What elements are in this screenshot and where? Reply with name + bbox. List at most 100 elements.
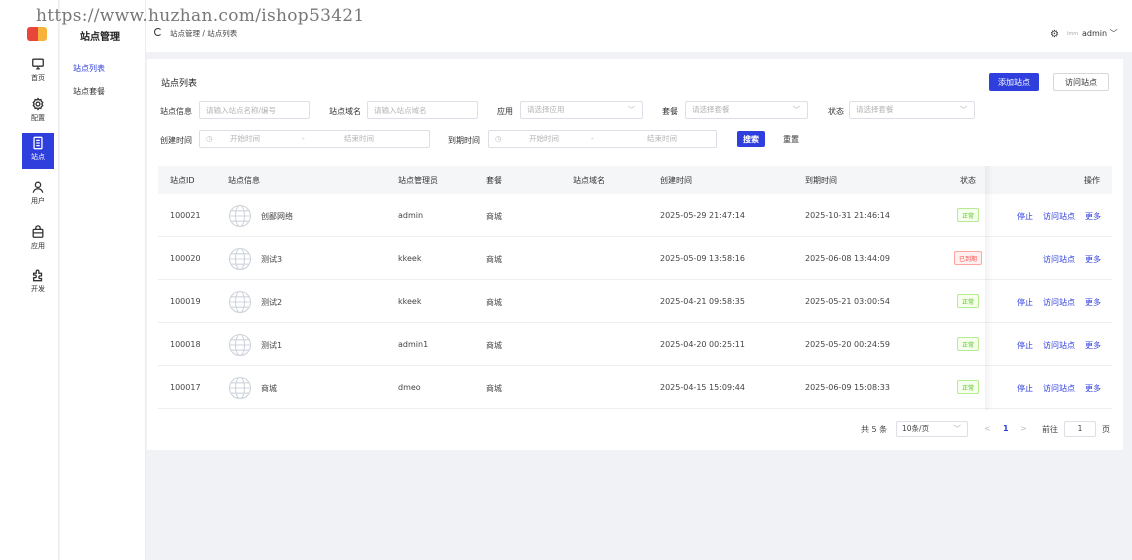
status-select[interactable]: 请选择套餐 ﹀ [849,101,975,119]
col-package: 套餐 [486,176,502,185]
breadcrumb: 站点管理 / 站点列表 [170,29,238,38]
page-number-current[interactable]: 1 [1003,424,1009,433]
status-select-placeholder: 请选择套餐 [856,105,894,114]
next-page-button[interactable]: > [1020,424,1027,433]
site-info-input[interactable] [199,101,310,119]
status-badge: 已到期 [954,251,983,265]
cell-created: 2025-05-09 13:58:16 [660,254,745,263]
app-select[interactable]: 请选择应用 ﹀ [520,101,643,119]
cell-site-id: 100021 [170,211,201,220]
more-link[interactable]: 更多 [1085,297,1101,308]
refresh-icon[interactable] [154,28,162,36]
more-link[interactable]: 更多 [1085,254,1101,265]
stop-link[interactable]: 停止 [1017,383,1033,394]
col-expires: 到期时间 [805,176,837,185]
table-header: 站点ID 站点信息 站点管理员 套餐 站点域名 创建时间 到期时间 状态 操作 [158,166,1112,194]
cell-site-name: 商城 [261,384,277,393]
cell-created: 2025-04-15 15:09:44 [660,383,745,392]
create-time-range[interactable]: ◷ 开始时间 - 结束时间 [199,130,430,148]
site-domain-label: 站点域名 [329,107,361,116]
site-info-label: 站点信息 [160,107,192,116]
prev-page-button[interactable]: < [984,424,991,433]
visit-site-link[interactable]: 访问站点 [1043,211,1075,222]
reset-button[interactable]: 重置 [777,131,805,147]
pagination-total: 共 5 条 [861,425,888,434]
visit-site-link[interactable]: 访问站点 [1043,383,1075,394]
bag-icon [32,225,44,238]
subnav-item-site-package[interactable]: 站点套餐 [73,86,105,97]
fixed-column-shadow [985,166,993,410]
settings-gear-icon[interactable]: ⚙ [1050,29,1059,40]
cell-site-admin: admin1 [398,340,429,349]
rail-item-dev[interactable]: 开发 [22,268,54,304]
cell-expires: 2025-05-20 00:24:59 [805,340,890,349]
subnav-title: 站点管理 [80,32,120,43]
rail-item-apps[interactable]: 应用 [22,225,54,261]
cell-site-admin: kkeek [398,297,422,306]
more-link[interactable]: 更多 [1085,211,1101,222]
table-row: 100021 创鄙网络 admin 商城 2025-05-29 21:47:14… [158,194,1112,237]
cell-expires: 2025-06-08 13:44:09 [805,254,890,263]
cell-site-id: 100018 [170,340,201,349]
expire-time-range[interactable]: ◷ 开始时间 - 结束时间 [488,130,717,148]
visit-site-link[interactable]: 访问站点 [1043,340,1075,351]
visit-site-link[interactable]: 访问站点 [1043,297,1075,308]
chevron-down-icon: ﹀ [793,106,800,114]
rail-item-user[interactable]: 用户 [22,180,54,216]
stop-link[interactable]: 停止 [1017,297,1033,308]
rail-item-home[interactable]: 首页 [22,57,54,93]
stop-link[interactable]: 停止 [1017,340,1033,351]
globe-icon [228,247,252,271]
cell-site-name: 创鄙网络 [261,212,293,221]
package-select-placeholder: 请选择套餐 [692,105,730,114]
status-badge: 正常 [957,208,980,222]
cell-package: 商城 [486,341,502,350]
status-badge: 正常 [957,294,980,308]
globe-icon [228,204,252,228]
expire-start-placeholder: 开始时间 [529,134,559,143]
visit-site-link[interactable]: 访问站点 [1043,254,1075,265]
subnav-item-site-list[interactable]: 站点列表 [73,63,105,74]
user-menu[interactable]: admin ﹀ [1082,28,1118,39]
goto-label: 前往 [1042,425,1058,434]
watermark-text: https://www.huzhan.com/ishop53421 [36,6,365,26]
cell-site-id: 100017 [170,383,201,392]
rail-item-label: 用户 [31,197,45,205]
rail-item-label: 应用 [31,242,45,250]
chevron-down-icon: ﹀ [1109,29,1118,38]
cell-site-admin: kkeek [398,254,422,263]
stop-link[interactable]: 停止 [1017,211,1033,222]
col-site-info: 站点信息 [228,176,260,185]
cell-expires: 2025-10-31 21:46:14 [805,211,890,220]
username: admin [1082,29,1108,38]
page-size-select[interactable]: 10条/页 ﹀ [896,421,968,437]
search-button[interactable]: 搜索 [737,131,765,147]
user-icon [32,181,44,193]
add-site-button[interactable]: 添加站点 [989,73,1039,91]
package-select[interactable]: 请选择套餐 ﹀ [685,101,808,119]
table-row: 100019 测试2 kkeek 商城 2025-04-21 09:58:35 … [158,280,1112,323]
chevron-down-icon: ﹀ [628,106,635,114]
status-label: 状态 [828,107,844,116]
table-row: 100018 测试1 admin1 商城 2025-04-20 00:25:11… [158,323,1112,366]
app-select-placeholder: 请选择应用 [527,105,565,114]
rail-item-site[interactable]: 站点 [22,133,54,169]
more-link[interactable]: 更多 [1085,383,1101,394]
more-link[interactable]: 更多 [1085,340,1101,351]
rail-item-config[interactable]: 配置 [22,97,54,133]
page-size-value: 10条/页 [902,424,930,433]
visit-site-button[interactable]: 访问站点 [1053,73,1109,91]
rail-item-label: 开发 [31,285,45,293]
cell-site-name: 测试3 [261,255,283,264]
cell-created: 2025-04-21 09:58:35 [660,297,745,306]
site-domain-input[interactable] [367,101,478,119]
status-badge: 正常 [957,380,980,394]
cell-expires: 2025-05-21 03:00:54 [805,297,890,306]
goto-page-input[interactable]: 1 [1064,421,1096,437]
cell-package: 商城 [486,255,502,264]
col-site-admin: 站点管理员 [398,176,438,185]
rail-item-label: 配置 [31,114,45,122]
cell-package: 商城 [486,298,502,307]
col-site-domain: 站点域名 [573,176,605,185]
cell-site-name: 测试2 [261,298,283,307]
